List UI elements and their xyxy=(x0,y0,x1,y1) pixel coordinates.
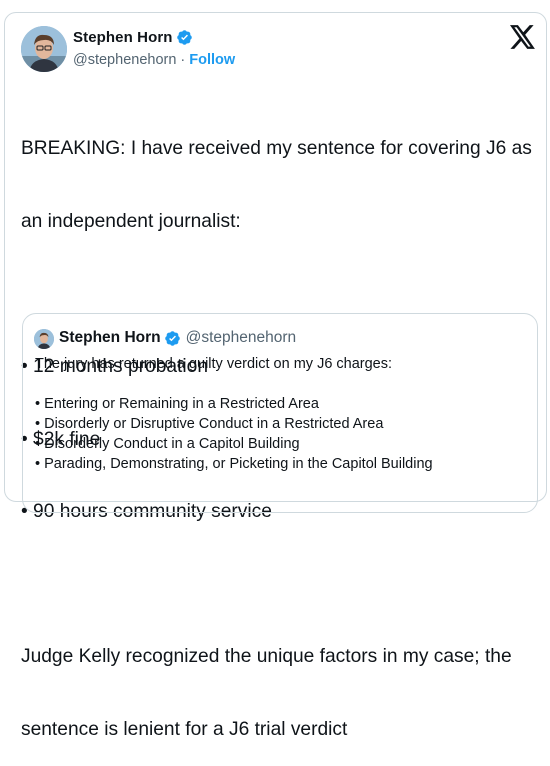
tweet-line: sentence is lenient for a J6 trial verdi… xyxy=(21,718,348,740)
quoted-avatar xyxy=(34,329,54,349)
quoted-intro: The jury has returned a guilty verdict o… xyxy=(35,356,393,372)
author-handle-row: @stephenehorn · Follow xyxy=(73,52,235,68)
tweet-line: an independent journalist: xyxy=(21,211,241,233)
quoted-header: Stephen Horn @stephenehorn xyxy=(59,329,296,347)
avatar-image xyxy=(21,26,67,72)
quoted-tweet[interactable]: Stephen Horn @stephenehorn The jury has … xyxy=(22,313,538,513)
quoted-bullet: • Disorderly Conduct in a Capitol Buildi… xyxy=(35,436,300,452)
quoted-avatar-image xyxy=(34,329,54,349)
tweet-line: Judge Kelly recognized the unique factor… xyxy=(21,646,512,668)
verified-badge-icon xyxy=(164,330,180,346)
author-name-row[interactable]: Stephen Horn xyxy=(73,29,193,46)
quoted-author-handle: @stephenehorn xyxy=(185,329,297,346)
quoted-author-name: Stephen Horn xyxy=(59,329,161,346)
author-handle[interactable]: @stephenehorn xyxy=(73,52,176,68)
separator-dot: · xyxy=(180,52,186,68)
avatar[interactable] xyxy=(21,26,67,72)
quoted-text: The jury has returned a guilty verdict o… xyxy=(35,354,530,474)
quoted-bullet: • Entering or Remaining in a Restricted … xyxy=(35,396,319,412)
verified-badge-icon xyxy=(176,30,192,45)
x-logo-icon[interactable] xyxy=(510,25,536,49)
tweet-line: BREAKING: I have received my sentence fo… xyxy=(21,138,532,160)
quoted-bullet: • Parading, Demonstrating, or Picketing … xyxy=(35,456,433,472)
author-name[interactable]: Stephen Horn xyxy=(73,29,173,46)
follow-button[interactable]: Follow xyxy=(189,52,235,68)
quoted-bullet: • Disorderly or Disruptive Conduct in a … xyxy=(35,416,384,432)
